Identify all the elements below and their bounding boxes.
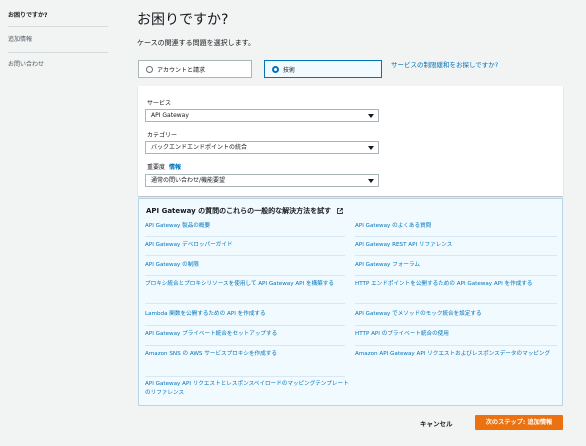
solution-link[interactable]: API Gateway デベロッパーガイド: [145, 241, 350, 250]
radio-selected-icon: [272, 65, 279, 73]
category-select[interactable]: バックエンドエンドポイントの統合: [145, 141, 379, 154]
solutions-panel: API Gateway の質問のこれらの一般的な解決方法を試す API Gate…: [138, 198, 563, 406]
divider: [145, 255, 345, 256]
solution-link[interactable]: API Gateway 製品の概要: [145, 222, 350, 231]
solution-link[interactable]: API Gateway の制限: [145, 261, 350, 270]
solution-link[interactable]: Amazon API Gateway API リクエストおよびレスポンスデータの…: [355, 350, 560, 359]
next-step-button[interactable]: 次のステップ: 追加情報: [475, 415, 563, 430]
divider: [145, 345, 345, 346]
sidebar-item-help[interactable]: お困りですか?: [0, 11, 112, 21]
divider: [355, 303, 557, 304]
severity-info-link[interactable]: 情報: [169, 164, 181, 171]
severity-value: 通常の問い合わせ/機能要望: [151, 177, 226, 184]
caret-down-icon: [368, 114, 374, 118]
solutions-heading[interactable]: API Gateway の質問のこれらの一般的な解決方法を試す: [146, 206, 343, 216]
category-value: バックエンドエンドポイントの統合: [151, 144, 248, 151]
solution-link[interactable]: API Gateway でメソッドのモック統合を設定する: [355, 310, 560, 319]
solution-link[interactable]: API Gateway プライベート統合をセットアップする: [145, 330, 350, 339]
divider: [145, 236, 345, 237]
radio-account-billing[interactable]: アカウントと請求: [138, 60, 252, 78]
severity-select[interactable]: 通常の問い合わせ/機能要望: [145, 174, 379, 187]
sidebar: お困りですか? 追加情報 お問い合わせ: [0, 0, 112, 446]
category-label: カテゴリー: [147, 132, 178, 139]
solution-link[interactable]: API Gateway のよくある質問: [355, 222, 560, 231]
divider: [355, 275, 557, 276]
service-value: API Gateway: [151, 112, 189, 119]
solution-link[interactable]: API Gateway API リクエストとレスポンスペイロードのマッピングテン…: [145, 380, 350, 398]
severity-label-text: 重要度: [147, 164, 166, 171]
caret-down-icon: [368, 179, 374, 183]
service-label: サービス: [147, 100, 172, 107]
sidebar-divider: [8, 26, 108, 27]
divider: [355, 236, 557, 237]
sidebar-item-additional-info[interactable]: 追加情報: [0, 35, 112, 45]
divider: [145, 275, 345, 276]
page-title: お困りですか?: [137, 12, 229, 28]
cancel-button[interactable]: キャンセル: [420, 418, 453, 428]
solution-link[interactable]: API Gateway フォーラム: [355, 261, 560, 270]
solution-link[interactable]: Lambda 関数を公開するための API を作成する: [145, 310, 350, 319]
solution-link[interactable]: プロキシ統合とプロキシリソースを使用して API Gateway API を構築…: [145, 280, 350, 289]
divider: [355, 325, 557, 326]
solution-link[interactable]: HTTP API のプライベート統合の使用: [355, 330, 560, 339]
radio-label: アカウントと請求: [157, 66, 206, 74]
service-select[interactable]: API Gateway: [145, 109, 379, 122]
page-subtitle: ケースの関連する問題を選択します。: [137, 39, 255, 47]
caret-down-icon: [368, 146, 374, 150]
service-limit-link[interactable]: サービスの制限緩和をお探しですか?: [391, 59, 498, 69]
divider: [145, 303, 345, 304]
case-form: サービス API Gateway カテゴリー バックエンドエンドポイントの統合 …: [138, 86, 563, 196]
sidebar-item-contact[interactable]: お問い合わせ: [0, 60, 112, 70]
solutions-heading-text: API Gateway の質問のこれらの一般的な解決方法を試す: [146, 207, 332, 215]
radio-label: 技術: [283, 66, 296, 74]
radio-technical[interactable]: 技術: [264, 60, 382, 78]
solution-link[interactable]: HTTP エンドポイントを公開するための API Gateway API を作成…: [355, 280, 560, 289]
severity-label: 重要度 情報: [147, 162, 181, 171]
divider: [145, 376, 345, 377]
radio-icon: [146, 65, 153, 73]
divider: [355, 345, 557, 346]
divider: [355, 255, 557, 256]
sidebar-divider: [8, 52, 108, 53]
solution-link[interactable]: Amazon SNS の AWS サービスプロキシを作成する: [145, 350, 350, 359]
external-link-icon: [336, 208, 343, 214]
divider: [145, 325, 345, 326]
solution-link[interactable]: API Gateway REST API リファレンス: [355, 241, 560, 250]
